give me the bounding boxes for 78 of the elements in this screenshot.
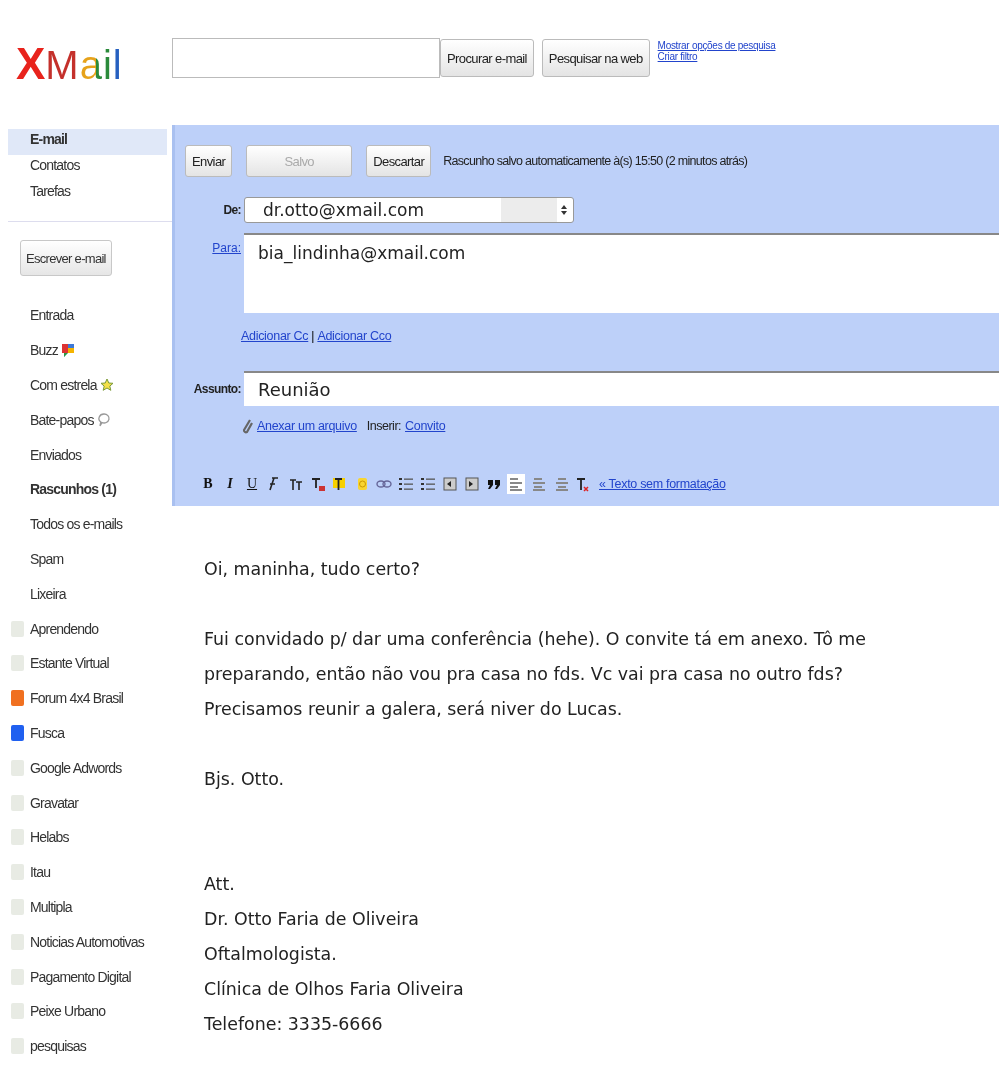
numbered-list-icon [398, 476, 414, 492]
label-link[interactable]: Aprendendo [30, 620, 99, 637]
text-color-icon [310, 476, 326, 492]
folder-link[interactable]: Rascunhos (1) [30, 481, 117, 498]
paperclip-icon [241, 418, 253, 434]
speech-bubble-icon [60, 342, 75, 359]
from-select[interactable]: dr.otto@xmail.com [244, 197, 574, 223]
label-link[interactable]: Pagamento Digital [30, 968, 131, 985]
folder-link[interactable]: Buzz [30, 342, 58, 359]
message-text: Clínica de Olhos Faria Oliveira [204, 978, 465, 1001]
label-link[interactable]: Peixe Urbano [30, 1003, 106, 1020]
label-link[interactable]: Google Adwords [30, 759, 122, 776]
search-button[interactable]: Procurar e-mail [440, 39, 534, 77]
field-label: De: [222, 203, 242, 217]
insert-label: Inserir: [366, 419, 402, 433]
toolbar-button[interactable] [441, 474, 459, 494]
folder-link[interactable]: Todos os e-mails [30, 516, 123, 533]
label-link[interactable]: Gravatar [30, 794, 79, 811]
field-label: Assunto: [192, 381, 242, 396]
bullet-list-icon [420, 476, 436, 492]
nav-item[interactable]: E-mail [8, 129, 167, 155]
action-button[interactable]: Descartar [366, 145, 432, 177]
label-link[interactable]: Fusca [30, 724, 65, 741]
action-button[interactable]: Enviar [185, 145, 233, 177]
draft-status: Rascunho salvo automaticamente à(s) 15:50 (2 minutos atrás) [443, 154, 748, 168]
nav-item[interactable]: Tarefas [8, 181, 167, 207]
folder-link[interactable]: Enviados [30, 446, 82, 463]
plain-text-link[interactable]: « Texto sem formatação [599, 477, 726, 491]
subject-field[interactable]: Reunião [244, 371, 999, 406]
underline-button[interactable]: U [243, 474, 261, 494]
search-link[interactable]: Criar filtro [657, 51, 776, 62]
align-left-icon [508, 476, 524, 492]
stepper-icon [561, 204, 567, 216]
message-text: Oftalmologista. [204, 943, 338, 966]
message-text: Dr. Otto Faria de Oliveira [204, 908, 420, 931]
label-link[interactable]: Multipla [30, 898, 72, 915]
bold-button[interactable]: B [199, 474, 217, 494]
folder-link[interactable]: Spam [30, 550, 64, 567]
search-button[interactable]: Pesquisar na web [541, 39, 650, 77]
toolbar-button[interactable] [463, 474, 481, 494]
align-center-icon [530, 476, 546, 492]
folder-link[interactable]: Com estrela [30, 377, 97, 393]
nav-item[interactable]: Contatos [8, 155, 167, 181]
chat-bubble-icon [96, 411, 111, 428]
separator-text: | [311, 329, 315, 343]
message-text: preparando, então não vou pra casa no fds. Vc vai pra casa no outro fds? [204, 663, 844, 686]
cc-link[interactable]: Adicionar Cc [241, 329, 309, 343]
label-link[interactable]: pesquisas [30, 1038, 86, 1055]
highlight-icon [332, 476, 348, 492]
label-link[interactable]: Estante Virtual [30, 655, 109, 672]
to-field[interactable]: bia_lindinha@xmail.com [244, 233, 999, 313]
folder-link[interactable]: Lixeira [30, 585, 66, 602]
message-text: Telefone: 3335-6666 [204, 1013, 384, 1036]
message-text: Fui convidado p/ dar uma conferência (hehe). O convite tá em anexo. Tô me [204, 628, 867, 651]
label-link[interactable]: Helabs [30, 829, 69, 846]
indent-icon [464, 476, 480, 492]
clear-formatting-icon [574, 476, 590, 492]
message-text: Oi, maninha, tudo certo? [204, 558, 421, 581]
outdent-icon [442, 476, 458, 492]
insert-link[interactable]: Convito [405, 419, 446, 433]
label-link[interactable]: Forum 4x4 Brasil [30, 690, 123, 707]
cc-link[interactable]: Adicionar Cco [317, 329, 392, 343]
message-text: Att. [204, 873, 236, 896]
to-link[interactable]: Para: [185, 241, 244, 255]
label-link[interactable]: Noticias Automotivas [30, 933, 144, 950]
label-link[interactable]: Itau [30, 864, 51, 881]
folder-link[interactable]: Entrada [30, 307, 74, 324]
attach-link[interactable]: Anexar um arquivo [257, 419, 357, 433]
message-text: Precisamos reunir a galera, será niver do Lucas. [204, 698, 624, 721]
italic-button[interactable]: I [221, 474, 239, 494]
compose-button[interactable]: Escrever e-mail [20, 240, 112, 276]
search-field[interactable] [172, 38, 440, 78]
text-size-icon [288, 476, 304, 492]
logo[interactable]: XMail [0, 36, 172, 93]
folder-link[interactable]: Bate-papos [30, 411, 94, 428]
star-icon [99, 378, 114, 392]
search-link[interactable]: Mostrar opções de pesquisa [657, 40, 776, 51]
message-text: Bjs. Otto. [204, 768, 286, 791]
